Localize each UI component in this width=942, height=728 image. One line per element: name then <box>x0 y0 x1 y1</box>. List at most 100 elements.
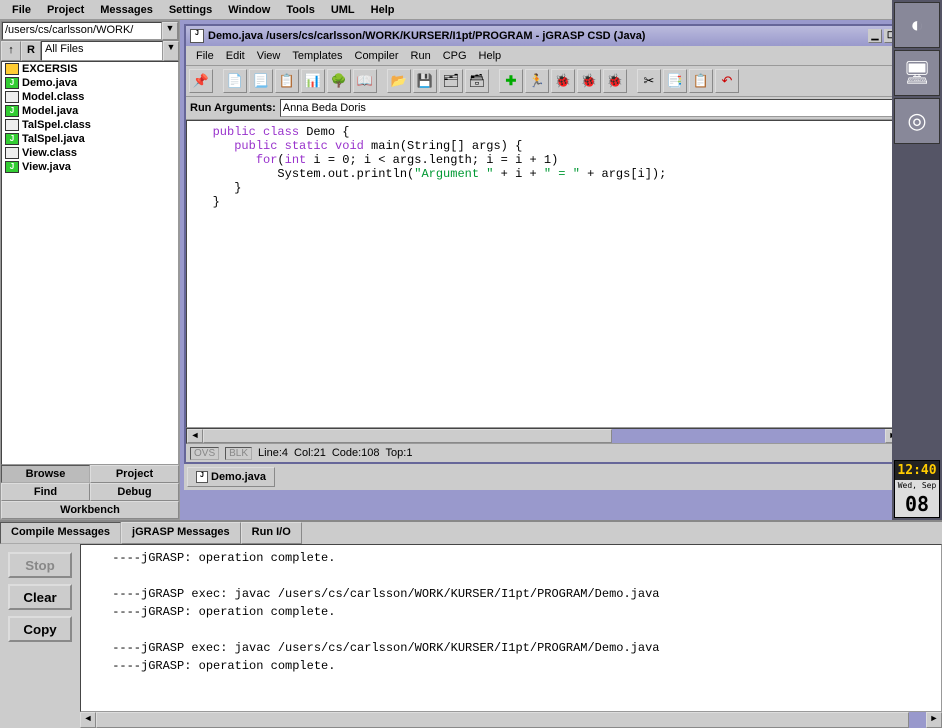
clear-button[interactable]: Clear <box>8 584 72 610</box>
tab-run-io[interactable]: Run I/O <box>241 522 302 544</box>
main-menubar: File Project Messages Settings Window To… <box>0 0 942 20</box>
file-item[interactable]: JTalSpel.java <box>2 132 178 146</box>
console-scroll-left-icon[interactable]: ◄ <box>80 712 96 728</box>
menu-help[interactable]: Help <box>363 2 403 18</box>
menu-settings[interactable]: Settings <box>161 2 220 18</box>
doc-tab-demo[interactable]: J Demo.java <box>187 467 275 487</box>
path-dropdown[interactable]: ▼ <box>162 22 178 40</box>
tree-icon[interactable]: 🌳 <box>327 69 351 93</box>
page2-icon[interactable]: 📋 <box>275 69 299 93</box>
editor-titlebar[interactable]: J Demo.java /users/cs/carlsson/WORK/KURS… <box>186 26 902 46</box>
editor-toolbar: 📌 📄 📃 📋 📊 🌳 📖 📂 💾 🗂 🗃 ✚ 🏃 🐞 🐞 🐞 <box>186 66 902 97</box>
tab-compile-messages[interactable]: Compile Messages <box>0 522 121 544</box>
file-label: View.class <box>22 147 77 159</box>
clock-time: 12:40 <box>895 461 939 480</box>
paste-icon[interactable]: 📋 <box>689 69 713 93</box>
chart-icon[interactable]: 📊 <box>301 69 325 93</box>
menu-project[interactable]: Project <box>39 2 92 18</box>
editor-menu-view[interactable]: View <box>251 48 287 64</box>
desktop-app3-icon[interactable]: ◎ <box>894 98 940 144</box>
stop-button[interactable]: Stop <box>8 552 72 578</box>
file-item[interactable]: JModel.java <box>2 104 178 118</box>
tab-debug[interactable]: Debug <box>90 483 179 501</box>
file-item[interactable]: View.class <box>2 146 178 160</box>
menu-uml[interactable]: UML <box>323 2 363 18</box>
debug3-icon[interactable]: 🐞 <box>603 69 627 93</box>
editor-menu-cpg[interactable]: CPG <box>437 48 473 64</box>
csd-icon[interactable]: 📄 <box>223 69 247 93</box>
book-icon[interactable]: 📖 <box>353 69 377 93</box>
file-label: Demo.java <box>22 77 77 89</box>
file-label: EXCERSIS <box>22 63 78 75</box>
cut-icon[interactable]: ✂ <box>637 69 661 93</box>
file-list: EXCERSISJDemo.javaModel.classJModel.java… <box>1 61 179 465</box>
clock-weekday: Wed, Sep <box>895 480 939 491</box>
horizontal-scrollbar[interactable]: ◄ ► <box>186 428 902 444</box>
debug-icon[interactable]: 🐞 <box>551 69 575 93</box>
run-args-label: Run Arguments: <box>190 102 280 114</box>
editor-menu-file[interactable]: File <box>190 48 220 64</box>
path-input[interactable]: /users/cs/carlsson/WORK/ <box>2 22 162 40</box>
undo-icon[interactable]: ↶ <box>715 69 739 93</box>
folder1-icon[interactable]: 🗂 <box>439 69 463 93</box>
console-scrollbar[interactable]: ◄ ► <box>0 712 942 728</box>
file-item[interactable]: JView.java <box>2 160 178 174</box>
folder2-icon[interactable]: 🗃 <box>465 69 489 93</box>
file-item[interactable]: JDemo.java <box>2 76 178 90</box>
editor-menu-run[interactable]: Run <box>405 48 437 64</box>
file-item[interactable]: Model.class <box>2 90 178 104</box>
scroll-thumb[interactable] <box>203 429 612 443</box>
editor-menu-edit[interactable]: Edit <box>220 48 251 64</box>
code-editor[interactable]: public class Demo { public static void m… <box>186 120 902 428</box>
menu-file[interactable]: File <box>4 2 39 18</box>
file-item[interactable]: TalSpel.class <box>2 118 178 132</box>
copy-icon[interactable]: 📑 <box>663 69 687 93</box>
run-args-input[interactable] <box>280 99 898 117</box>
tab-workbench[interactable]: Workbench <box>1 501 179 519</box>
editor-menu-help[interactable]: Help <box>473 48 508 64</box>
debug2-icon[interactable]: 🐞 <box>577 69 601 93</box>
page1-icon[interactable]: 📃 <box>249 69 273 93</box>
run-icon[interactable]: 🏃 <box>525 69 549 93</box>
pin-icon[interactable]: 📌 <box>189 69 213 93</box>
editor-area: J Demo.java /users/cs/carlsson/WORK/KURS… <box>180 20 942 520</box>
menu-window[interactable]: Window <box>220 2 278 18</box>
console-scroll-thumb[interactable] <box>96 712 909 728</box>
tab-browse[interactable]: Browse <box>1 465 90 483</box>
editor-menu-compiler[interactable]: Compiler <box>349 48 405 64</box>
tab-project[interactable]: Project <box>90 465 179 483</box>
status-line: Line:4 <box>258 447 288 459</box>
up-button[interactable]: ↑ <box>1 41 21 61</box>
file-item[interactable]: EXCERSIS <box>2 62 178 76</box>
editor-title: Demo.java /users/cs/carlsson/WORK/KURSER… <box>208 30 868 42</box>
java-icon: J <box>5 161 19 173</box>
desktop-app1-icon[interactable]: ◐ <box>894 2 940 48</box>
console-output[interactable]: ----jGRASP: operation complete. ----jGRA… <box>80 544 942 712</box>
clock-day: 08 <box>895 491 939 517</box>
doc-tab-icon: J <box>196 471 208 483</box>
desktop-sidebar: ◐ 🖥 ◎ 12:40 Wed, Sep 08 <box>892 0 942 520</box>
editor-window-icon: J <box>190 29 204 43</box>
tab-jgrasp-messages[interactable]: jGRASP Messages <box>121 522 241 544</box>
menu-tools[interactable]: Tools <box>278 2 323 18</box>
desktop-monitor-icon[interactable]: 🖥 <box>894 50 940 96</box>
file-filter[interactable]: All Files <box>41 41 163 61</box>
clock-widget[interactable]: 12:40 Wed, Sep 08 <box>894 460 940 518</box>
compile-icon[interactable]: ✚ <box>499 69 523 93</box>
console-scroll-right-icon[interactable]: ► <box>926 712 942 728</box>
java-icon: J <box>5 133 19 145</box>
save-icon[interactable]: 💾 <box>413 69 437 93</box>
copy-button[interactable]: Copy <box>8 616 72 642</box>
editor-menubar: File Edit View Templates Compiler Run CP… <box>186 46 902 66</box>
menu-messages[interactable]: Messages <box>92 2 161 18</box>
filter-dropdown[interactable]: ▼ <box>163 41 179 61</box>
editor-menu-templates[interactable]: Templates <box>286 48 348 64</box>
tab-find[interactable]: Find <box>1 483 90 501</box>
open-icon[interactable]: 📂 <box>387 69 411 93</box>
scroll-left-icon[interactable]: ◄ <box>187 429 203 443</box>
refresh-button[interactable]: R <box>21 41 41 61</box>
minimize-icon[interactable]: ▁ <box>868 29 882 43</box>
file-label: TalSpel.java <box>22 133 85 145</box>
status-ovs: OVS <box>190 447 219 460</box>
doc-tab-label: Demo.java <box>211 471 266 483</box>
